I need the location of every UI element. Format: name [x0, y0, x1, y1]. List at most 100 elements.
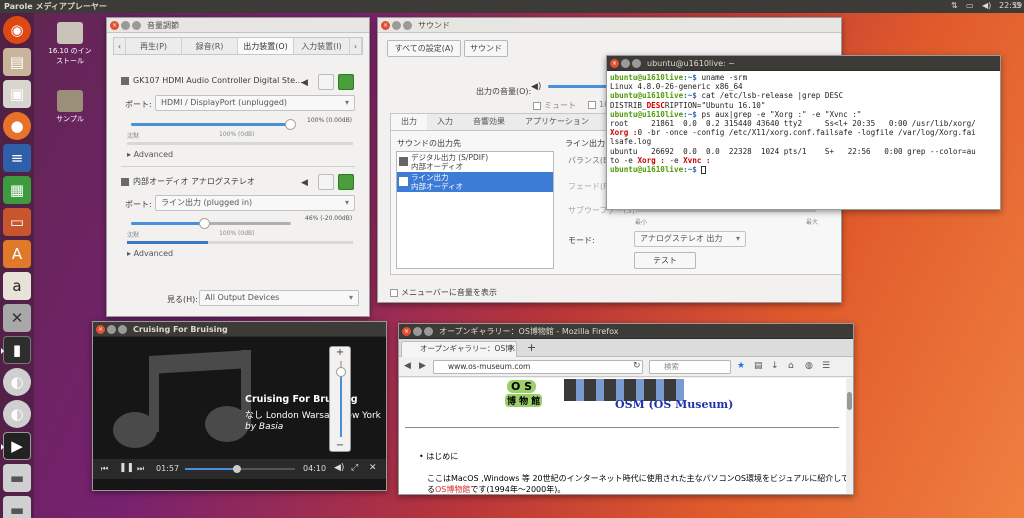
disk-icon[interactable]: ◐ [3, 368, 31, 396]
output-device-list[interactable]: デジタル出力 (S/PDIF) 内部オーディオ ライン出力 内部オーディオ [396, 151, 554, 269]
close-tab-icon[interactable]: × [509, 343, 516, 352]
close-button[interactable]: × [381, 20, 390, 30]
next-icon[interactable]: ⏭ [137, 464, 144, 474]
tab-output[interactable]: 出力 [391, 114, 427, 130]
volume-slider-knob[interactable] [285, 119, 296, 130]
tab-scroll-left-icon[interactable]: ‹ [114, 38, 126, 54]
volume-icon[interactable]: ◀) [334, 463, 344, 473]
test-button[interactable]: テスト [634, 252, 696, 269]
tab-input[interactable]: 入力 [427, 114, 463, 130]
tab-playback[interactable]: 再生(P) [126, 38, 182, 54]
mode-select[interactable]: アナログステレオ 出力 [634, 231, 746, 247]
port-select[interactable]: HDMI / DisplayPort (unplugged) [155, 95, 355, 111]
volume-icon[interactable]: ◀) [982, 1, 991, 10]
close-button[interactable]: × [402, 326, 411, 336]
output-volume-slider[interactable] [548, 85, 608, 88]
files-icon[interactable]: ▣ [3, 80, 31, 108]
tab-scroll-right-icon[interactable]: › [350, 38, 362, 54]
bookmark-star-icon[interactable]: ★ [737, 361, 745, 371]
tab-input-devices[interactable]: 入力装置(I) [294, 38, 350, 54]
drive-icon[interactable]: ▬ [3, 496, 31, 518]
maximize-button[interactable] [632, 58, 641, 68]
ubuntu-logo-icon[interactable]: ◉ [3, 16, 31, 44]
minimize-button[interactable] [621, 58, 630, 68]
seek-bar[interactable] [185, 465, 295, 473]
menubar-volume-checkbox[interactable]: メニューバーに音量を表示 [390, 287, 497, 298]
tab-applications[interactable]: アプリケーション [515, 114, 599, 130]
desktop-icon-install[interactable]: 16.10 のインストール [45, 22, 95, 66]
terminal-icon[interactable]: ▮ [1, 336, 31, 364]
lock-channels-button[interactable] [318, 174, 334, 190]
previous-icon[interactable]: ⏮ [101, 464, 108, 474]
tab-output-devices[interactable]: 出力装置(O) [238, 38, 294, 54]
default-device-button[interactable] [338, 74, 354, 90]
close-icon[interactable]: ✕ [369, 463, 377, 473]
impress-icon[interactable]: ▭ [3, 208, 31, 236]
home-icon[interactable]: ⌂ [788, 361, 794, 371]
terminal-output[interactable]: ubuntu@u1610live:~$ uname -srm Linux 4.8… [607, 71, 1000, 176]
volume-slider-knob[interactable] [198, 218, 210, 229]
advanced-expander[interactable]: ▸ Advanced [127, 249, 173, 258]
system-settings-icon[interactable]: ✕ [3, 304, 31, 332]
volume-up-button[interactable]: + [330, 347, 350, 358]
forward-icon[interactable]: ▶ [419, 361, 426, 371]
minimize-button[interactable] [413, 326, 422, 336]
disk-icon[interactable]: ◐ [3, 400, 31, 428]
maximize-button[interactable] [424, 326, 433, 336]
writer-icon[interactable]: ≡ [3, 144, 31, 172]
mute-checkbox[interactable]: ミュート [533, 100, 576, 111]
menu-icon[interactable]: ☰ [822, 361, 830, 371]
tab-recording[interactable]: 録音(R) [182, 38, 238, 54]
list-item[interactable]: デジタル出力 (S/PDIF) 内部オーディオ [397, 152, 553, 172]
tab-sound-effects[interactable]: 音響効果 [463, 114, 515, 130]
volume-knob[interactable] [336, 367, 346, 378]
volume-track[interactable] [336, 361, 346, 437]
back-icon[interactable]: ◀ [404, 361, 411, 371]
calc-icon[interactable]: ▦ [3, 176, 31, 204]
desktop-icon-samples[interactable]: サンプル [45, 90, 95, 124]
drive-icon[interactable]: ▬ [3, 464, 31, 492]
os-museum-link[interactable]: OS博物館 [435, 485, 470, 494]
new-tab-icon[interactable]: + [527, 341, 536, 354]
advanced-expander[interactable]: ▸ Advanced [127, 150, 173, 159]
software-center-icon[interactable]: A [3, 240, 31, 268]
reload-icon[interactable]: ↻ [633, 361, 641, 371]
close-button[interactable]: × [96, 324, 105, 334]
firefox-icon[interactable]: ● [3, 112, 31, 140]
list-item[interactable]: ライン出力 内部オーディオ [397, 172, 553, 192]
reading-list-icon[interactable]: ▤ [754, 361, 763, 371]
all-settings-button[interactable]: すべての設定(A) [387, 40, 461, 57]
scrollbar-thumb[interactable] [847, 392, 852, 410]
download-icon[interactable]: ↓ [771, 361, 779, 371]
maximize-button[interactable] [132, 20, 141, 30]
fullscreen-icon[interactable]: ⤢ [351, 463, 358, 473]
minimize-button[interactable] [107, 324, 116, 334]
pause-icon[interactable]: ❚❚ [119, 463, 134, 473]
maximize-button[interactable] [118, 324, 127, 334]
parole-icon[interactable]: ▶ [1, 432, 31, 460]
minimize-button[interactable] [121, 20, 130, 30]
lock-channels-button[interactable] [318, 74, 334, 90]
seek-knob[interactable] [232, 465, 241, 473]
keyboard-icon[interactable]: ▭ [966, 1, 974, 10]
show-devices-select[interactable]: All Output Devices [199, 290, 359, 306]
browser-tab[interactable]: オープンギャラリー：OS博... [401, 341, 517, 357]
minimize-button[interactable] [392, 20, 401, 30]
files-icon[interactable]: ▤ [3, 48, 31, 76]
volume-down-button[interactable]: − [330, 440, 350, 451]
pocket-icon[interactable]: ◍ [805, 361, 813, 371]
maximize-button[interactable] [403, 20, 412, 30]
power-icon[interactable]: ⏻ [1014, 1, 1020, 11]
port-select[interactable]: ライン出力 (plugged in) [155, 195, 355, 211]
scrollbar[interactable] [846, 378, 853, 494]
close-button[interactable]: × [610, 58, 619, 68]
amazon-icon[interactable]: a [3, 272, 31, 300]
search-input[interactable]: 検索 [649, 360, 731, 374]
sort-icon[interactable]: ⇅ [951, 1, 958, 10]
volume-slider[interactable] [131, 218, 291, 229]
close-button[interactable]: × [110, 20, 119, 30]
sound-breadcrumb-button[interactable]: サウンド [464, 40, 508, 57]
url-bar[interactable]: www.os-museum.com [433, 360, 643, 374]
volume-slider[interactable] [131, 119, 296, 130]
default-device-button[interactable] [338, 174, 354, 190]
